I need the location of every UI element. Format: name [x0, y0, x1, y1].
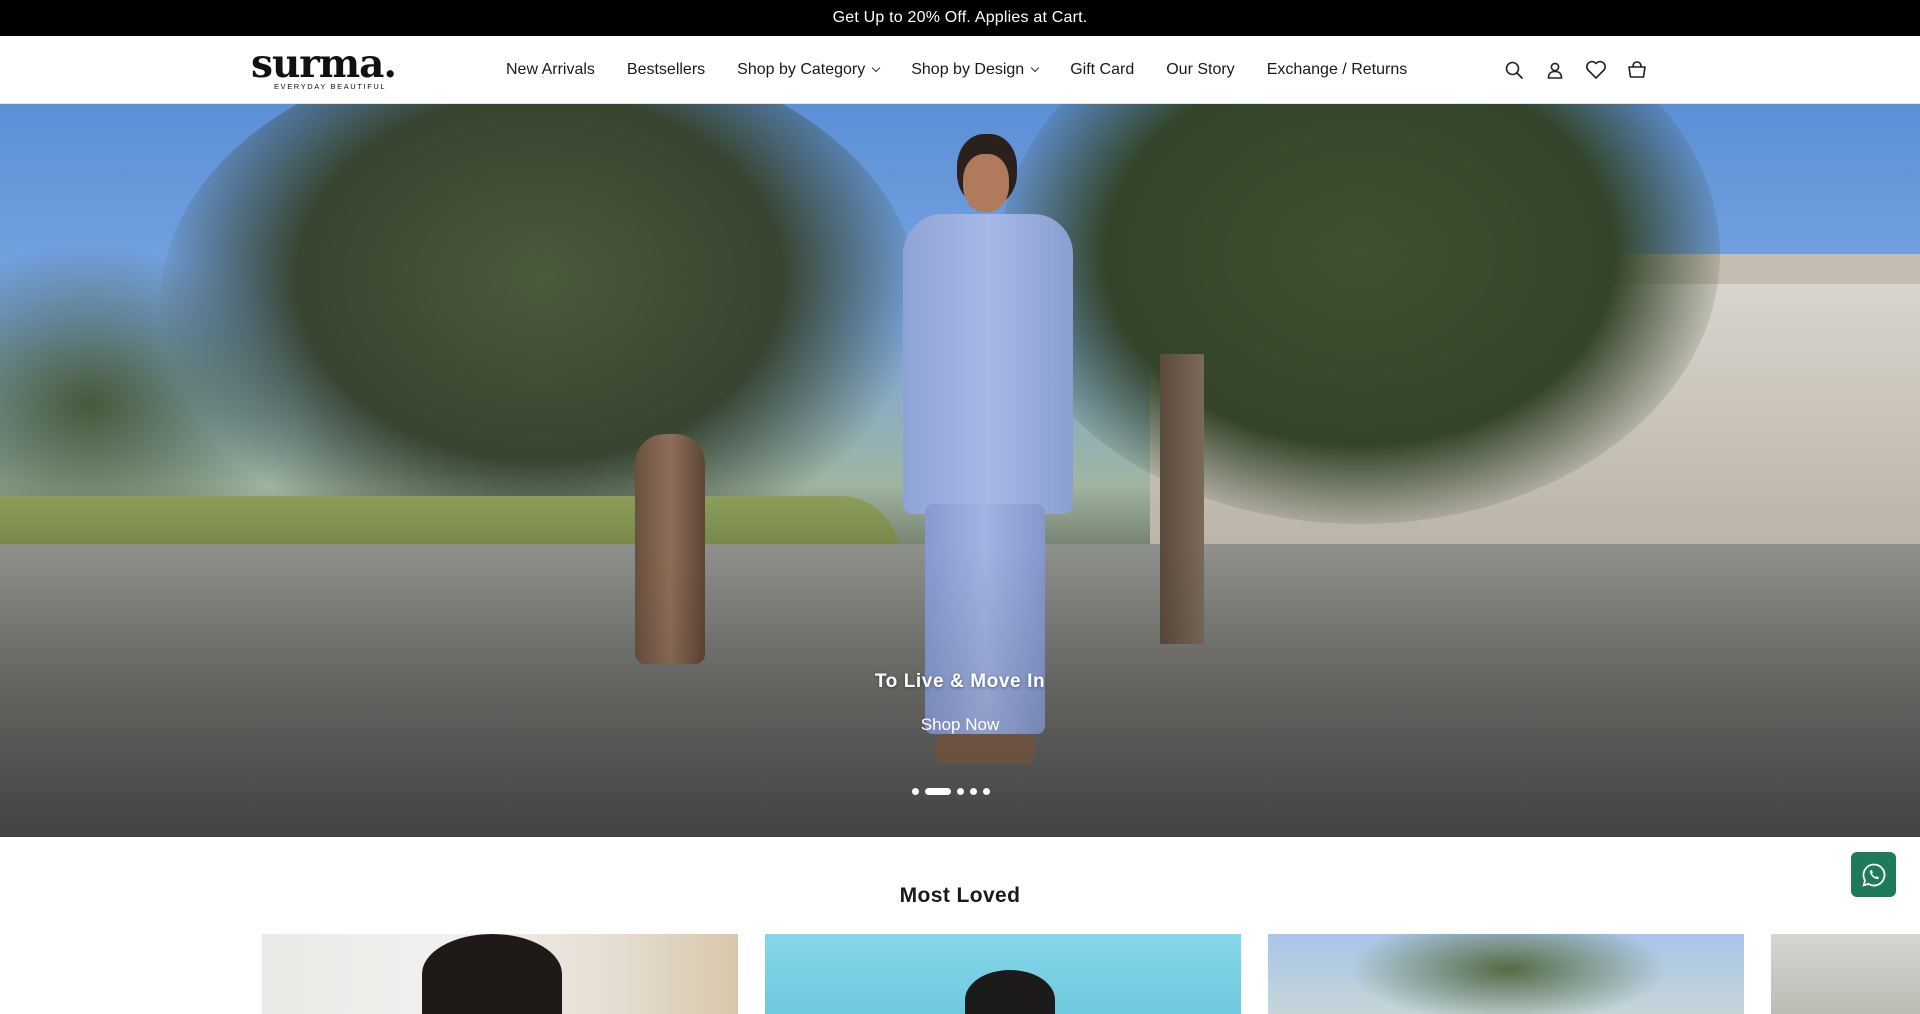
- hero-banner[interactable]: To Live & Move In Shop Now: [0, 104, 1920, 837]
- chevron-down-icon: [1030, 63, 1040, 73]
- nav-our-story[interactable]: Our Story: [1166, 61, 1234, 79]
- account-icon[interactable]: [1543, 58, 1567, 82]
- product-card[interactable]: [262, 934, 738, 1014]
- nav-shop-by-design[interactable]: Shop by Design: [911, 61, 1040, 79]
- nav-exchange-returns[interactable]: Exchange / Returns: [1267, 61, 1408, 79]
- announcement-text: Get Up to 20% Off. Applies at Cart.: [832, 9, 1088, 26]
- slider-dot[interactable]: [957, 788, 964, 795]
- product-image: [965, 970, 1055, 1014]
- chevron-down-icon: [871, 63, 881, 73]
- hero-cta-wrap: Shop Now: [0, 715, 1920, 735]
- nav-label: Shop by Category: [737, 61, 866, 78]
- most-loved-title: Most Loved: [899, 884, 1021, 907]
- slider-dot[interactable]: [983, 788, 990, 795]
- cart-basket-icon[interactable]: [1625, 58, 1649, 82]
- product-image: [422, 934, 562, 1014]
- whatsapp-chat-button[interactable]: [1851, 852, 1896, 897]
- main-nav: New Arrivals Bestsellers Shop by Categor…: [506, 36, 1407, 104]
- nav-new-arrivals[interactable]: New Arrivals: [506, 61, 595, 79]
- announcement-bar: Get Up to 20% Off. Applies at Cart.: [0, 0, 1920, 36]
- nav-label: Bestsellers: [626, 61, 706, 78]
- nav-shop-by-category[interactable]: Shop by Category: [737, 61, 881, 79]
- whatsapp-icon: [1862, 863, 1885, 886]
- header-icons: [1502, 58, 1649, 82]
- search-icon[interactable]: [1502, 58, 1526, 82]
- product-card[interactable]: [1268, 934, 1744, 1014]
- nav-label: Shop by Design: [911, 61, 1025, 78]
- surma-logo[interactable]: surma. EVERYDAY BEAUTIFUL: [251, 41, 397, 92]
- shop-now-link[interactable]: Shop Now: [921, 715, 999, 734]
- logo-wordmark: surma.: [251, 41, 397, 87]
- site-header: surma. EVERYDAY BEAUTIFUL New Arrivals B…: [0, 36, 1920, 104]
- nav-gift-card[interactable]: Gift Card: [1070, 61, 1134, 79]
- slider-dot[interactable]: [912, 788, 919, 795]
- hero-title: To Live & Move In: [874, 671, 1046, 692]
- product-card[interactable]: [765, 934, 1241, 1014]
- nav-bestsellers[interactable]: Bestsellers: [627, 61, 705, 79]
- slider-dot-active[interactable]: [925, 788, 951, 795]
- nav-label: New Arrivals: [506, 61, 595, 78]
- wishlist-heart-icon[interactable]: [1584, 58, 1608, 82]
- most-loved-carousel: [262, 934, 1920, 1014]
- nav-label: Exchange / Returns: [1266, 61, 1408, 78]
- slider-dots: [912, 788, 990, 795]
- product-card[interactable]: [1771, 934, 1920, 1014]
- nav-label: Gift Card: [1070, 61, 1135, 78]
- product-image: [1348, 934, 1668, 1014]
- slider-dot[interactable]: [970, 788, 977, 795]
- nav-label: Our Story: [1166, 61, 1235, 78]
